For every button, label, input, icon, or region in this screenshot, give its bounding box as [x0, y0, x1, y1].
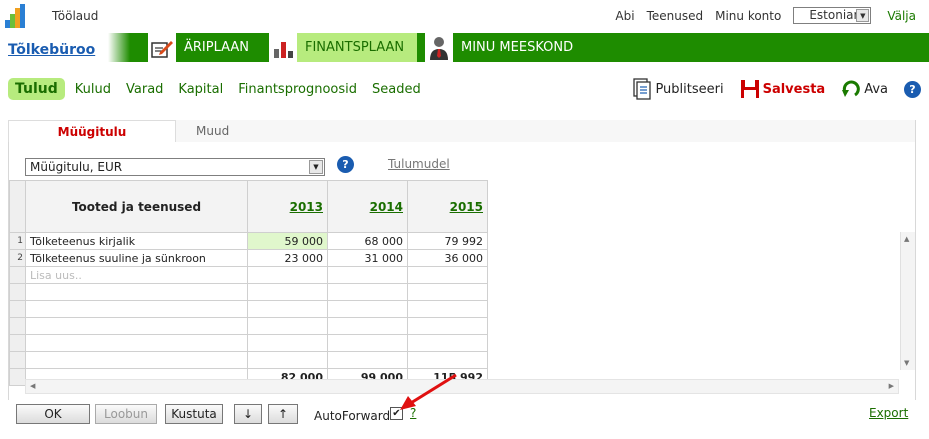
nav-divider: [108, 33, 130, 62]
empty-row: [9, 317, 488, 335]
pencil-document-icon: [148, 33, 176, 62]
table-row: 1 Tõlketeenus kirjalik 59 000 68 000 79 …: [9, 232, 488, 250]
vertical-scrollbar[interactable]: ▲ ▼: [900, 232, 915, 370]
tab-sales-revenue[interactable]: Müügitulu: [8, 120, 176, 142]
document-icon: [633, 78, 652, 100]
section-assets[interactable]: Varad: [126, 82, 163, 97]
chevron-down-icon: ▼: [856, 9, 870, 22]
scroll-down-icon[interactable]: ▼: [904, 359, 909, 367]
delete-button[interactable]: Kustuta: [165, 404, 223, 424]
tab-financial-plan[interactable]: FINANTSPLAAN: [269, 33, 417, 62]
dashboard-link[interactable]: Töölaud: [52, 9, 98, 23]
help-icon[interactable]: ?: [904, 80, 921, 98]
tab-business-plan-label: ÄRIPLAAN: [184, 40, 250, 55]
empty-row: [9, 334, 488, 352]
help-link[interactable]: Abi: [615, 9, 634, 23]
company-link[interactable]: Tõlkebüroo: [0, 33, 112, 62]
tab-my-team[interactable]: MINU MEESKOND: [425, 33, 585, 62]
value-cell[interactable]: 23 000: [247, 249, 328, 267]
chevron-down-icon: ▼: [309, 160, 323, 174]
revenue-tabs: Müügitulu Muud: [8, 120, 249, 142]
open-arrow-icon: [842, 80, 861, 97]
empty-cell[interactable]: [327, 266, 408, 284]
empty-row: [9, 351, 488, 369]
revenue-type-select[interactable]: Müügitulu, EUR ▼: [25, 158, 325, 176]
horizontal-scrollbar[interactable]: ◀ ▶: [25, 379, 899, 394]
scroll-right-icon[interactable]: ▶: [889, 382, 894, 390]
add-new-cell[interactable]: Lisa uus..: [25, 266, 248, 284]
scroll-up-icon[interactable]: ▲: [904, 235, 909, 243]
export-link[interactable]: Export: [869, 406, 908, 420]
empty-row: [9, 283, 488, 301]
empty-cell[interactable]: [407, 266, 488, 284]
publish-label: Publitseeri: [655, 81, 724, 97]
scroll-left-icon[interactable]: ◀: [30, 382, 35, 390]
my-account-link[interactable]: Minu konto: [715, 9, 781, 23]
logout-link[interactable]: Välja: [887, 9, 916, 23]
top-bar: Töölaud Abi Teenused Minu konto Estonian…: [0, 0, 929, 32]
row-number: 1: [9, 232, 26, 250]
value-cell[interactable]: 68 000: [327, 232, 408, 250]
revenue-table: Tooted ja teenused 2013 2014 2015 1 Tõlk…: [9, 180, 488, 386]
tab-my-team-label: MINU MEESKOND: [461, 40, 574, 55]
row-number-header: [9, 180, 26, 233]
value-cell[interactable]: 36 000: [407, 249, 488, 267]
section-settings[interactable]: Seaded: [372, 82, 421, 97]
revenue-type-value: Müügitulu, EUR: [30, 160, 123, 174]
cancel-button[interactable]: Loobun: [95, 404, 157, 424]
section-capital[interactable]: Kapital: [178, 82, 223, 97]
tab-other[interactable]: Muud: [176, 120, 249, 142]
move-down-button[interactable]: ↓: [234, 404, 262, 424]
tab-financial-plan-label: FINANTSPLAAN: [305, 40, 405, 55]
revenue-model-link[interactable]: Tulumudel: [388, 157, 450, 171]
company-name: Tõlkebüroo: [8, 42, 96, 58]
year-header[interactable]: 2014: [327, 180, 408, 233]
product-name-cell[interactable]: Tõlketeenus suuline ja sünkroon: [25, 249, 248, 267]
help-icon[interactable]: ?: [337, 156, 354, 173]
publish-button[interactable]: Publitseeri: [632, 78, 724, 100]
save-label: Salvesta: [762, 81, 826, 97]
empty-row: [9, 300, 488, 318]
bar-chart-icon: [269, 33, 297, 62]
open-button[interactable]: Ava: [841, 78, 888, 100]
section-forecasts[interactable]: Finantsprognoosid: [238, 82, 357, 97]
empty-cell[interactable]: [247, 266, 328, 284]
row-number: [9, 368, 26, 386]
table-row: 2 Tõlketeenus suuline ja sünkroon 23 000…: [9, 249, 488, 267]
add-row: Lisa uus..: [9, 266, 488, 284]
services-link[interactable]: Teenused: [647, 9, 704, 23]
value-cell[interactable]: 79 992: [407, 232, 488, 250]
section-nav: Tulud Kulud Varad Kapital Finantsprognoo…: [8, 77, 436, 101]
person-icon: [425, 33, 453, 62]
save-button[interactable]: Salvesta: [740, 78, 826, 100]
ok-button[interactable]: OK: [16, 404, 90, 424]
save-icon: [740, 80, 759, 98]
move-up-button[interactable]: ↑: [268, 404, 298, 424]
products-header: Tooted ja teenused: [25, 180, 248, 233]
main-nav: Tõlkebüroo ÄRIPLAAN FINANTSPLAAN MINU ME…: [0, 33, 929, 62]
value-cell[interactable]: 59 000: [247, 232, 328, 250]
year-header[interactable]: 2013: [247, 180, 328, 233]
year-header[interactable]: 2015: [407, 180, 488, 233]
app-logo-icon[interactable]: [5, 4, 25, 28]
section-revenue[interactable]: Tulud: [8, 78, 65, 100]
row-number: 2: [9, 249, 26, 267]
value-cell[interactable]: 31 000: [327, 249, 408, 267]
action-bar: Publitseeri Salvesta Ava ?: [616, 78, 921, 100]
language-select[interactable]: Estonian ▼: [793, 7, 872, 24]
tab-business-plan[interactable]: ÄRIPLAAN: [148, 33, 266, 62]
product-name-cell[interactable]: Tõlketeenus kirjalik: [25, 232, 248, 250]
open-label: Ava: [864, 81, 888, 97]
red-arrow-annotation-icon: [400, 373, 457, 410]
row-number: [9, 266, 26, 284]
autoforward-label: AutoForward: [314, 409, 391, 423]
language-value: Estonian: [809, 8, 862, 22]
section-costs[interactable]: Kulud: [75, 82, 111, 97]
